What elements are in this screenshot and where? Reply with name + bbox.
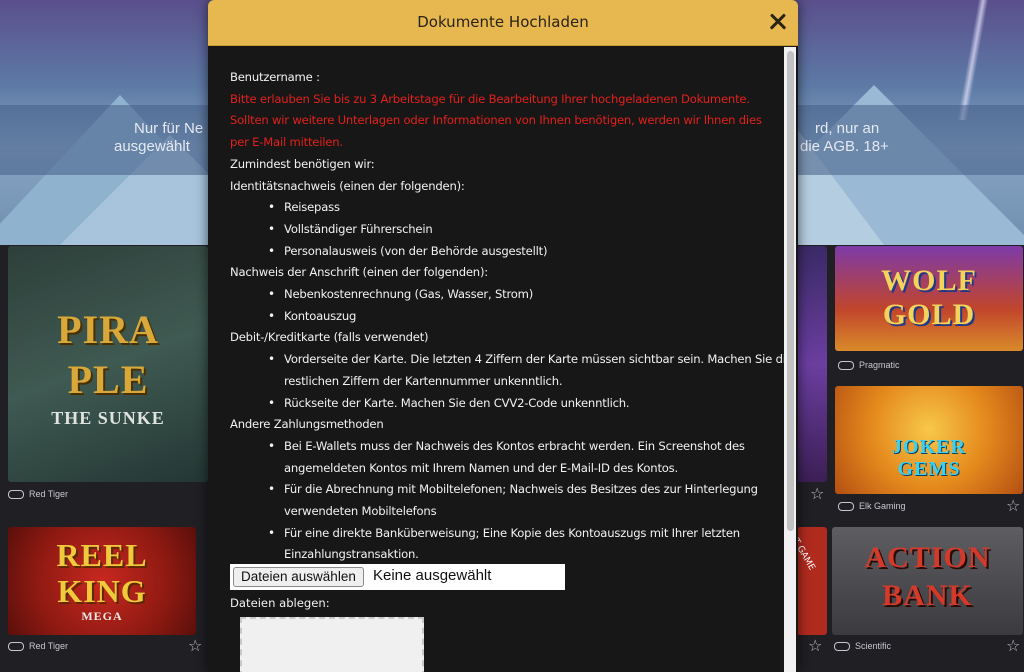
choose-files-button[interactable]: Dateien auswählen xyxy=(233,567,364,587)
game-title: GEMS xyxy=(897,458,961,480)
provider-label: Red Tiger xyxy=(8,489,68,499)
game-subtitle: MEGA xyxy=(81,609,123,623)
game-title: KING xyxy=(57,573,147,609)
game-title: BANK xyxy=(882,579,973,612)
gamepad-icon xyxy=(8,489,24,499)
provider-label: Pragmatic xyxy=(838,360,900,370)
file-drop-zone[interactable] xyxy=(240,617,424,672)
favorite-star-icon[interactable]: ☆ xyxy=(808,636,822,655)
game-title: GOLD xyxy=(882,298,976,331)
list-item: Nebenkostenrechnung (Gas, Wasser, Strom) xyxy=(230,284,782,306)
card-list: Vorderseite der Karte. Die letzten 4 Zif… xyxy=(230,349,793,415)
modal-title: Dokumente Hochladen xyxy=(417,13,589,31)
game-title: REEL xyxy=(56,537,148,573)
modal-body: Benutzername : Bitte erlauben Sie bis zu… xyxy=(230,67,793,566)
gamepad-icon xyxy=(834,641,850,651)
modal-scrollbar[interactable] xyxy=(784,47,796,672)
provider-label: Red Tiger xyxy=(8,641,68,651)
list-item: Personalausweis (von der Behörde ausgest… xyxy=(230,241,782,263)
game-tile-wolf-gold[interactable]: WOLF GOLD xyxy=(835,246,1023,351)
requirements-intro: Zumindest benötigen wir: xyxy=(230,156,375,171)
notice-text-right: rd, nur an xyxy=(815,120,880,137)
lightning-decoration xyxy=(954,0,994,120)
list-item: Für die Abrechnung mit Mobiltelefonen; N… xyxy=(230,479,782,522)
other-methods-heading: Andere Zahlungsmethoden xyxy=(230,417,384,432)
notice-text-right-2: die AGB. 18+ xyxy=(800,138,889,155)
username-label: Benutzername : xyxy=(230,70,320,84)
game-tile-reel-king[interactable]: REEL KING MEGA xyxy=(8,527,196,635)
list-item: Kontoauszug xyxy=(230,306,782,328)
list-item: Reisepass xyxy=(230,197,782,219)
other-methods-list: Bei E-Wallets muss der Nachweis des Kont… xyxy=(230,436,782,566)
card-heading: Debit-/Kreditkarte (falls verwendet) xyxy=(230,330,429,345)
processing-notice-line: Bitte erlauben Sie bis zu 3 Arbeitstage … xyxy=(230,91,750,106)
favorite-star-icon[interactable]: ☆ xyxy=(188,636,202,655)
address-heading: Nachweis der Anschrift (einen der folgen… xyxy=(230,265,488,280)
list-item: Für eine direkte Banküberweisung; Eine K… xyxy=(230,523,782,566)
gamepad-icon xyxy=(838,360,854,370)
favorite-star-icon[interactable]: ☆ xyxy=(810,484,824,503)
game-title: PIRA xyxy=(57,307,159,352)
identity-list: Reisepass Vollständiger Führerschein Per… xyxy=(230,197,782,262)
scrollbar-thumb[interactable] xyxy=(787,51,794,531)
gamepad-icon xyxy=(8,641,24,651)
favorite-star-icon[interactable]: ☆ xyxy=(1006,636,1020,655)
processing-notice-line: Sollten wir weitere Unterlagen oder Info… xyxy=(230,113,762,128)
game-title: WOLF xyxy=(881,264,977,297)
game-title: JOKER xyxy=(892,436,966,458)
drop-zone-label: Dateien ablegen: xyxy=(230,596,330,610)
upload-documents-modal: Dokumente Hochladen Benutzername : Bitte… xyxy=(208,0,798,672)
game-tile-pirate[interactable]: PIRA PLE THE SUNKE xyxy=(8,246,208,482)
favorite-star-icon[interactable]: ☆ xyxy=(1006,496,1020,515)
game-title: T GAME xyxy=(797,537,817,573)
modal-header: Dokumente Hochladen xyxy=(208,0,798,46)
list-item: Vorderseite der Karte. Die letzten 4 Zif… xyxy=(230,349,793,392)
provider-label: Scientific xyxy=(834,641,891,651)
notice-text-left-2: ausgewählt xyxy=(114,138,190,155)
address-list: Nebenkostenrechnung (Gas, Wasser, Strom)… xyxy=(230,284,782,327)
file-input[interactable]: Dateien auswählen Keine ausgewählt xyxy=(230,564,565,590)
provider-label: Elk Gaming xyxy=(838,501,906,511)
list-item: Rückseite der Karte. Machen Sie den CVV2… xyxy=(230,393,782,415)
game-tile-partial[interactable] xyxy=(797,246,827,482)
list-item: Bei E-Wallets muss der Nachweis des Kont… xyxy=(230,436,782,479)
processing-notice-line: per E-Mail mitteilen. xyxy=(230,135,343,150)
game-title: PLE xyxy=(67,357,149,402)
game-tile-joker-gems[interactable]: JOKER GEMS xyxy=(835,386,1023,494)
file-status: Keine ausgewählt xyxy=(373,567,492,584)
list-item: Vollständiger Führerschein xyxy=(230,219,782,241)
identity-heading: Identitätsnachweis (einen der folgenden)… xyxy=(230,178,465,193)
game-tile-partial[interactable]: T GAME xyxy=(797,527,827,635)
notice-text-left: Nur für Ne xyxy=(134,120,204,137)
game-tile-action-bank[interactable]: ACTION BANK xyxy=(832,527,1023,635)
gamepad-icon xyxy=(838,501,854,511)
game-title: ACTION xyxy=(864,541,991,574)
close-icon[interactable] xyxy=(764,8,792,36)
game-subtitle: THE SUNKE xyxy=(51,408,165,428)
